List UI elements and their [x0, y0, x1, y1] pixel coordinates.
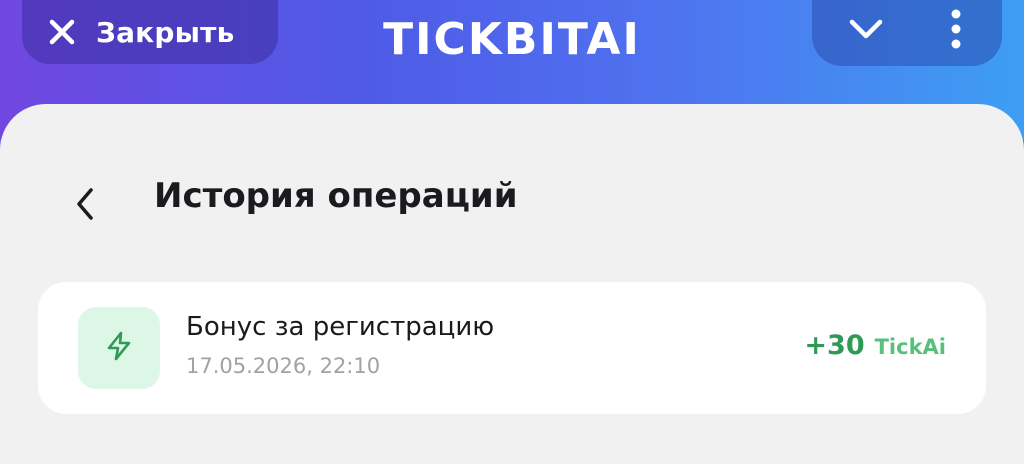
operation-item[interactable]: Бонус за регистрацию 17.05.2026, 22:10 +…: [38, 282, 986, 414]
amount-currency: TickAi: [874, 335, 946, 359]
header-actions: [812, 0, 1002, 66]
back-button[interactable]: [60, 178, 110, 234]
lightning-icon: [104, 330, 134, 366]
amount-value: +30: [804, 330, 865, 361]
page-title: История операций: [154, 176, 518, 216]
operation-title: Бонус за регистрацию: [186, 312, 495, 342]
operation-amount: +30 TickAi: [804, 330, 946, 361]
more-vertical-icon: [949, 7, 963, 55]
operation-icon-box: [78, 307, 160, 389]
chevron-left-icon: [73, 184, 97, 228]
operation-date: 17.05.2026, 22:10: [186, 354, 381, 378]
more-options-button[interactable]: [934, 4, 978, 58]
collapse-button[interactable]: [838, 6, 894, 56]
chevron-down-icon: [846, 16, 886, 46]
